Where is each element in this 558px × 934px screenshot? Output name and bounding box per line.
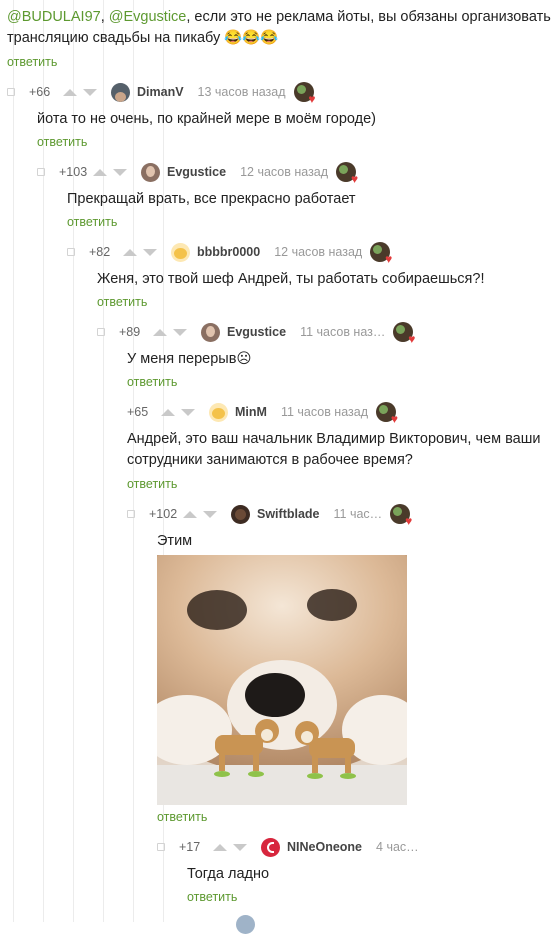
thread-line	[13, 0, 14, 922]
upvote-icon[interactable]	[213, 843, 227, 851]
downvote-icon[interactable]	[143, 248, 157, 256]
username[interactable]: MinM	[235, 405, 267, 419]
user-badge-icon	[390, 504, 412, 527]
reply-link[interactable]: ответить	[187, 890, 237, 904]
comment-text: йота то не очень, по крайней мере в моём…	[37, 111, 377, 127]
reply-link[interactable]: ответить	[67, 215, 117, 229]
comment-text: Этим	[157, 533, 193, 549]
comment-rating: +103	[59, 165, 88, 179]
mention-link[interactable]: @BUDULAI97	[7, 9, 101, 25]
user-badge-icon	[376, 402, 398, 425]
avatar[interactable]	[141, 162, 160, 182]
reply-link[interactable]: ответить	[127, 477, 177, 491]
avatar[interactable]	[236, 915, 255, 934]
comment-header: +103 Evgustice 12 часов назад	[37, 162, 358, 185]
comment-header: +102 Swiftblade 11 час…	[127, 504, 412, 527]
comment-time[interactable]: 13 часов назад	[198, 85, 286, 99]
comment-text: @BUDULAI97, @Evgustice, если это не рекл…	[7, 9, 551, 46]
avatar[interactable]	[201, 322, 220, 342]
comment-header: +66 DimanV 13 часов назад	[7, 82, 316, 105]
user-badge-icon	[336, 162, 358, 185]
upvote-icon[interactable]	[161, 408, 175, 416]
user-badge-icon	[370, 242, 392, 265]
upvote-icon[interactable]	[153, 328, 167, 336]
reply-link[interactable]: ответить	[7, 55, 57, 69]
comment-time[interactable]: 12 часов назад	[274, 245, 362, 259]
comment-time[interactable]: 11 часов наз…	[300, 325, 385, 339]
comment-rating: +102	[149, 507, 178, 521]
downvote-icon[interactable]	[173, 328, 187, 336]
reply-link[interactable]: ответить	[157, 810, 207, 824]
avatar[interactable]	[171, 242, 190, 262]
downvote-icon[interactable]	[113, 168, 127, 176]
comment-text: Женя, это твой шеф Андрей, ты работать с…	[97, 271, 485, 287]
comment-text: Тогда ладно	[187, 866, 270, 882]
comment-header: +65 MinM 11 часов назад	[127, 402, 398, 425]
comment-rating: +17	[179, 840, 201, 854]
username[interactable]: NINeOneone	[287, 840, 362, 854]
username[interactable]: bbbbr0000	[197, 245, 260, 259]
comment-time[interactable]: 11 час…	[334, 507, 383, 521]
username[interactable]: DimanV	[137, 85, 184, 99]
thread-line	[103, 0, 104, 922]
comment-rating: +82	[89, 245, 111, 259]
avatar[interactable]	[209, 402, 228, 422]
collapse-toggle[interactable]	[127, 510, 135, 518]
upvote-icon[interactable]	[183, 510, 197, 518]
upvote-icon[interactable]	[63, 88, 77, 96]
comment-image[interactable]	[157, 555, 407, 805]
username[interactable]: Evgustice	[167, 165, 226, 179]
comment-rating: +65	[127, 405, 149, 419]
collapse-toggle[interactable]	[97, 328, 105, 336]
avatar[interactable]	[111, 82, 130, 102]
downvote-icon[interactable]	[203, 510, 217, 518]
avatar[interactable]	[231, 504, 250, 524]
collapse-toggle[interactable]	[157, 843, 165, 851]
user-badge-icon	[293, 82, 316, 105]
comment-header: +89 Evgustice 11 часов наз…	[97, 322, 415, 345]
username[interactable]: Swiftblade	[257, 507, 320, 521]
upvote-icon[interactable]	[93, 168, 107, 176]
reply-link[interactable]: ответить	[97, 295, 147, 309]
downvote-icon[interactable]	[83, 88, 97, 96]
comment-text: Прекращай врать, все прекрасно работает	[67, 191, 356, 207]
downvote-icon[interactable]	[233, 843, 247, 851]
shiba-dog-photo	[157, 555, 407, 805]
comment-time[interactable]: 11 часов назад	[281, 405, 368, 419]
comment-time[interactable]: 12 часов назад	[240, 165, 328, 179]
mention-link[interactable]: @Evgustice	[109, 9, 187, 25]
reply-link[interactable]: ответить	[37, 135, 87, 149]
collapse-toggle[interactable]	[37, 168, 45, 176]
reply-link[interactable]: ответить	[127, 375, 177, 389]
comment-time[interactable]: 4 час…	[376, 840, 419, 854]
collapse-toggle[interactable]	[67, 248, 75, 256]
avatar[interactable]	[261, 837, 280, 857]
comment-rating: +66	[29, 85, 51, 99]
collapse-toggle[interactable]	[7, 88, 15, 96]
comment-text: Андрей, это ваш начальник Владимир Викто…	[127, 431, 541, 468]
comment-header: +17 NINeOneone 4 час…	[157, 837, 427, 857]
comment-header: +82 bbbbr0000 12 часов назад	[67, 242, 392, 265]
comment-rating: +89	[119, 325, 141, 339]
username[interactable]: Evgustice	[227, 325, 286, 339]
downvote-icon[interactable]	[181, 408, 195, 416]
upvote-icon[interactable]	[123, 248, 137, 256]
user-badge-icon	[393, 322, 415, 345]
comment-text: У меня перерыв☹	[127, 351, 252, 367]
